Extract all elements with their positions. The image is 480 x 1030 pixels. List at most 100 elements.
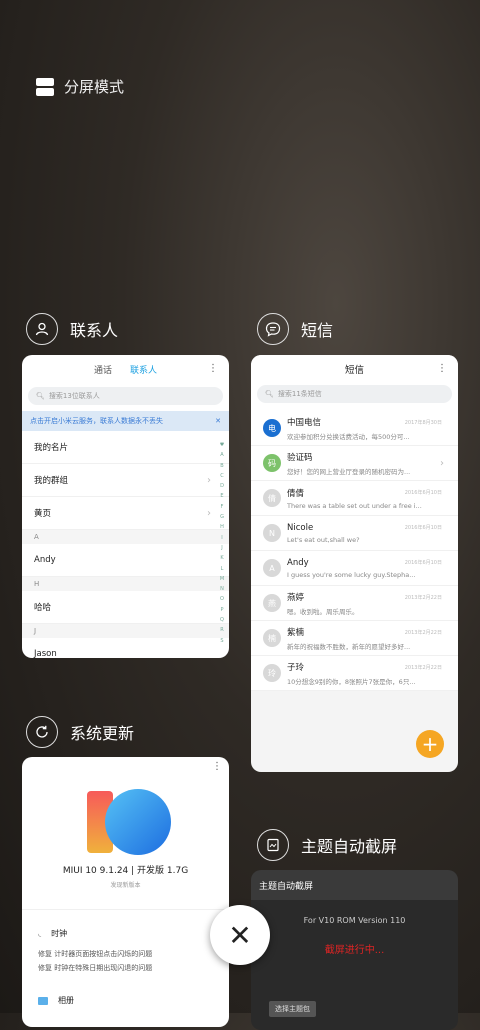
person-icon <box>26 313 58 345</box>
clock-icon: ◟ <box>38 929 42 938</box>
index-letter[interactable]: E <box>218 491 226 501</box>
sms-search-input[interactable]: 🔍︎ 搜索11条短信 <box>257 385 452 403</box>
sms-app-header[interactable]: 短信 <box>257 313 333 345</box>
message-sender: 中国电信 <box>287 417 322 428</box>
message-row[interactable]: N Nicole Let's eat out,shall we? 2016年6月10日 <box>251 516 458 551</box>
list-item[interactable]: 我的名片 <box>22 431 229 464</box>
changelog-clock: ◟ 时钟 修复 计时器页面按钮点击闪烁的问题 修复 时钟在特殊日期出现闪退的问题 <box>22 928 229 973</box>
compose-button[interactable]: + <box>416 730 444 758</box>
sms-app-title: 短信 <box>301 321 334 340</box>
more-icon[interactable]: ⋮ <box>437 363 447 374</box>
index-letter[interactable]: J <box>218 543 226 553</box>
list-item[interactable]: 黄页 › <box>22 497 229 530</box>
alphabet-index[interactable]: ♥ A B C D E F G H I J K L M N O P Q R S <box>218 440 226 646</box>
index-letter[interactable]: ♥ <box>218 440 226 450</box>
section-title: 时钟 <box>51 929 68 938</box>
message-row[interactable]: A Andy I guess you're some lucky guy.Steph… <box>251 551 458 586</box>
tab-contacts[interactable]: 联系人 <box>130 363 157 376</box>
list-item[interactable]: Jason <box>22 638 229 658</box>
avatar: N <box>263 524 281 542</box>
contact-list: 我的名片 我的群组 › 黄页 › A Andy H 哈哈 J Jason <box>22 431 229 658</box>
index-letter[interactable]: L <box>218 564 226 574</box>
message-preview: 您好！您的网上营业厅登录的随机密码为... <box>287 467 411 476</box>
search-icon: 🔍︎ <box>265 390 274 398</box>
index-letter[interactable]: B <box>218 461 226 471</box>
list-item[interactable]: 哈哈 <box>22 591 229 624</box>
version-text: MIUI 10 9.1.24 | 开发版 1.7G <box>62 866 189 876</box>
contacts-tabs: 通话 联系人 ⋮ <box>22 355 229 383</box>
close-icon[interactable]: ✕ <box>215 417 221 425</box>
index-letter[interactable]: P <box>218 605 226 615</box>
message-row[interactable]: 楠紫楠 新年的祝福数不胜数，新年的愿望好多好... 2013年2月22日 <box>251 621 458 656</box>
index-letter[interactable]: O <box>218 594 226 604</box>
sms-header-title: 短信 <box>344 365 364 376</box>
search-placeholder: 搜索11条短信 <box>277 390 322 398</box>
message-row[interactable]: 倩倩倩 There was a table set out under a fre… <box>251 481 458 516</box>
avatar: A <box>263 559 281 577</box>
tab-calls[interactable]: 通话 <box>94 363 112 376</box>
index-letter[interactable]: M <box>218 574 226 584</box>
gallery-icon <box>38 996 48 1005</box>
index-letter[interactable]: R <box>218 625 226 635</box>
avatar: 倩 <box>263 489 281 507</box>
split-screen-button[interactable]: 分屏模式 <box>36 76 124 97</box>
index-letter[interactable]: C <box>218 471 226 481</box>
contacts-search-input[interactable]: 🔍︎ 搜索13位联系人 <box>28 387 223 405</box>
more-icon[interactable]: ⋮ <box>208 363 218 374</box>
avatar: 电 <box>263 419 281 437</box>
message-preview: 欢迎参加积分兑换话费活动，每500分可... <box>287 432 410 441</box>
screenshot-app-bar: 主题自动截屏 <box>251 870 458 900</box>
index-letter[interactable]: H <box>218 522 226 532</box>
index-letter[interactable]: I <box>218 533 226 543</box>
message-row[interactable]: 燕燕婷 嗯。收到啦。周乐周乐。 2013年2月22日 <box>251 586 458 621</box>
update-app-title: 系统更新 <box>70 724 135 743</box>
close-icon: ✕ <box>228 918 252 952</box>
index-letter[interactable]: F <box>218 502 226 512</box>
contacts-app-card[interactable]: 通话 联系人 ⋮ 🔍︎ 搜索13位联系人 点击开启小米云服务，联系人数据永不丢失… <box>22 355 229 658</box>
cloud-banner[interactable]: 点击开启小米云服务，联系人数据永不丢失 ✕ <box>22 411 229 431</box>
index-letter[interactable]: A <box>218 450 226 460</box>
changelog-line: 修复 计时器页面按钮点击闪烁的问题 <box>38 950 153 958</box>
section-title: 相册 <box>58 996 74 1005</box>
close-all-button[interactable]: ✕ <box>210 905 270 965</box>
list-item[interactable]: 我的群组 › <box>22 464 229 497</box>
message-row[interactable]: 玲子玲 10分想念9别的你，8张照片7张是你，6只... 2013年2月22日 <box>251 656 458 691</box>
avatar: 玲 <box>263 664 281 682</box>
changelog-gallery: 相册 <box>22 995 229 1006</box>
list-item[interactable]: Andy <box>22 544 229 577</box>
message-text: Andy I guess you're some lucky guy.Stepha… <box>287 558 415 579</box>
message-icon <box>257 313 289 345</box>
sms-search-wrap: 🔍︎ 搜索11条短信 <box>251 383 458 411</box>
index-letter[interactable]: G <box>218 512 226 522</box>
index-letter[interactable]: S <box>218 636 226 646</box>
section-header: H <box>22 577 229 591</box>
search-placeholder: 搜索13位联系人 <box>48 392 100 400</box>
row-label: 我的群组 <box>34 476 69 486</box>
message-preview: I guess you're some lucky guy.Stepha... <box>287 570 416 579</box>
update-app-header[interactable]: 系统更新 <box>26 716 134 748</box>
index-letter[interactable]: Q <box>218 615 226 625</box>
split-screen-label: 分屏模式 <box>64 78 125 96</box>
message-preview: Let's eat out,shall we? <box>287 535 360 544</box>
screenshot-app-card[interactable]: 主题自动截屏 For V10 ROM Version 110 截屏进行中... … <box>251 870 458 1030</box>
update-app-card[interactable]: ⋮ MIUI 10 9.1.24 | 开发版 1.7G 发现新版本 ◟ 时钟 修复… <box>22 757 229 1027</box>
message-text: 子玲 10分想念9别的你，8张照片7张是你，6只... <box>287 661 416 686</box>
message-sender: 子玲 <box>287 662 305 673</box>
message-list: 电中国电信 欢迎参加积分兑换话费活动，每500分可... 2017年8月30日码验证… <box>251 411 458 691</box>
choose-theme-button[interactable]: 选择主题包 <box>269 1001 316 1017</box>
message-time: 2016年6月10日 <box>404 490 442 496</box>
message-row[interactable]: 电中国电信 欢迎参加积分兑换话费活动，每500分可... 2017年8月30日 <box>251 411 458 446</box>
screenshot-app-header[interactable]: 主题自动截屏 <box>257 829 397 861</box>
message-row[interactable]: 码验证码 您好！您的网上营业厅登录的随机密码为... › <box>251 446 458 481</box>
message-time: 2013年2月22日 <box>404 630 442 636</box>
new-version-label: 发现新版本 <box>110 882 141 889</box>
more-icon[interactable]: ⋮ <box>212 761 222 772</box>
index-letter[interactable]: K <box>218 553 226 563</box>
contacts-app-header[interactable]: 联系人 <box>26 313 118 345</box>
row-label: Jason <box>34 649 57 658</box>
index-letter[interactable]: N <box>218 584 226 594</box>
message-text: 倩倩 There was a table set out under a free… <box>287 487 422 510</box>
index-letter[interactable]: D <box>218 481 226 491</box>
row-label: 黄页 <box>34 509 52 519</box>
sms-app-card[interactable]: 短信 ⋮ 🔍︎ 搜索11条短信 电中国电信欢迎参加积分兑换话费活动，每500分可… <box>251 355 458 772</box>
